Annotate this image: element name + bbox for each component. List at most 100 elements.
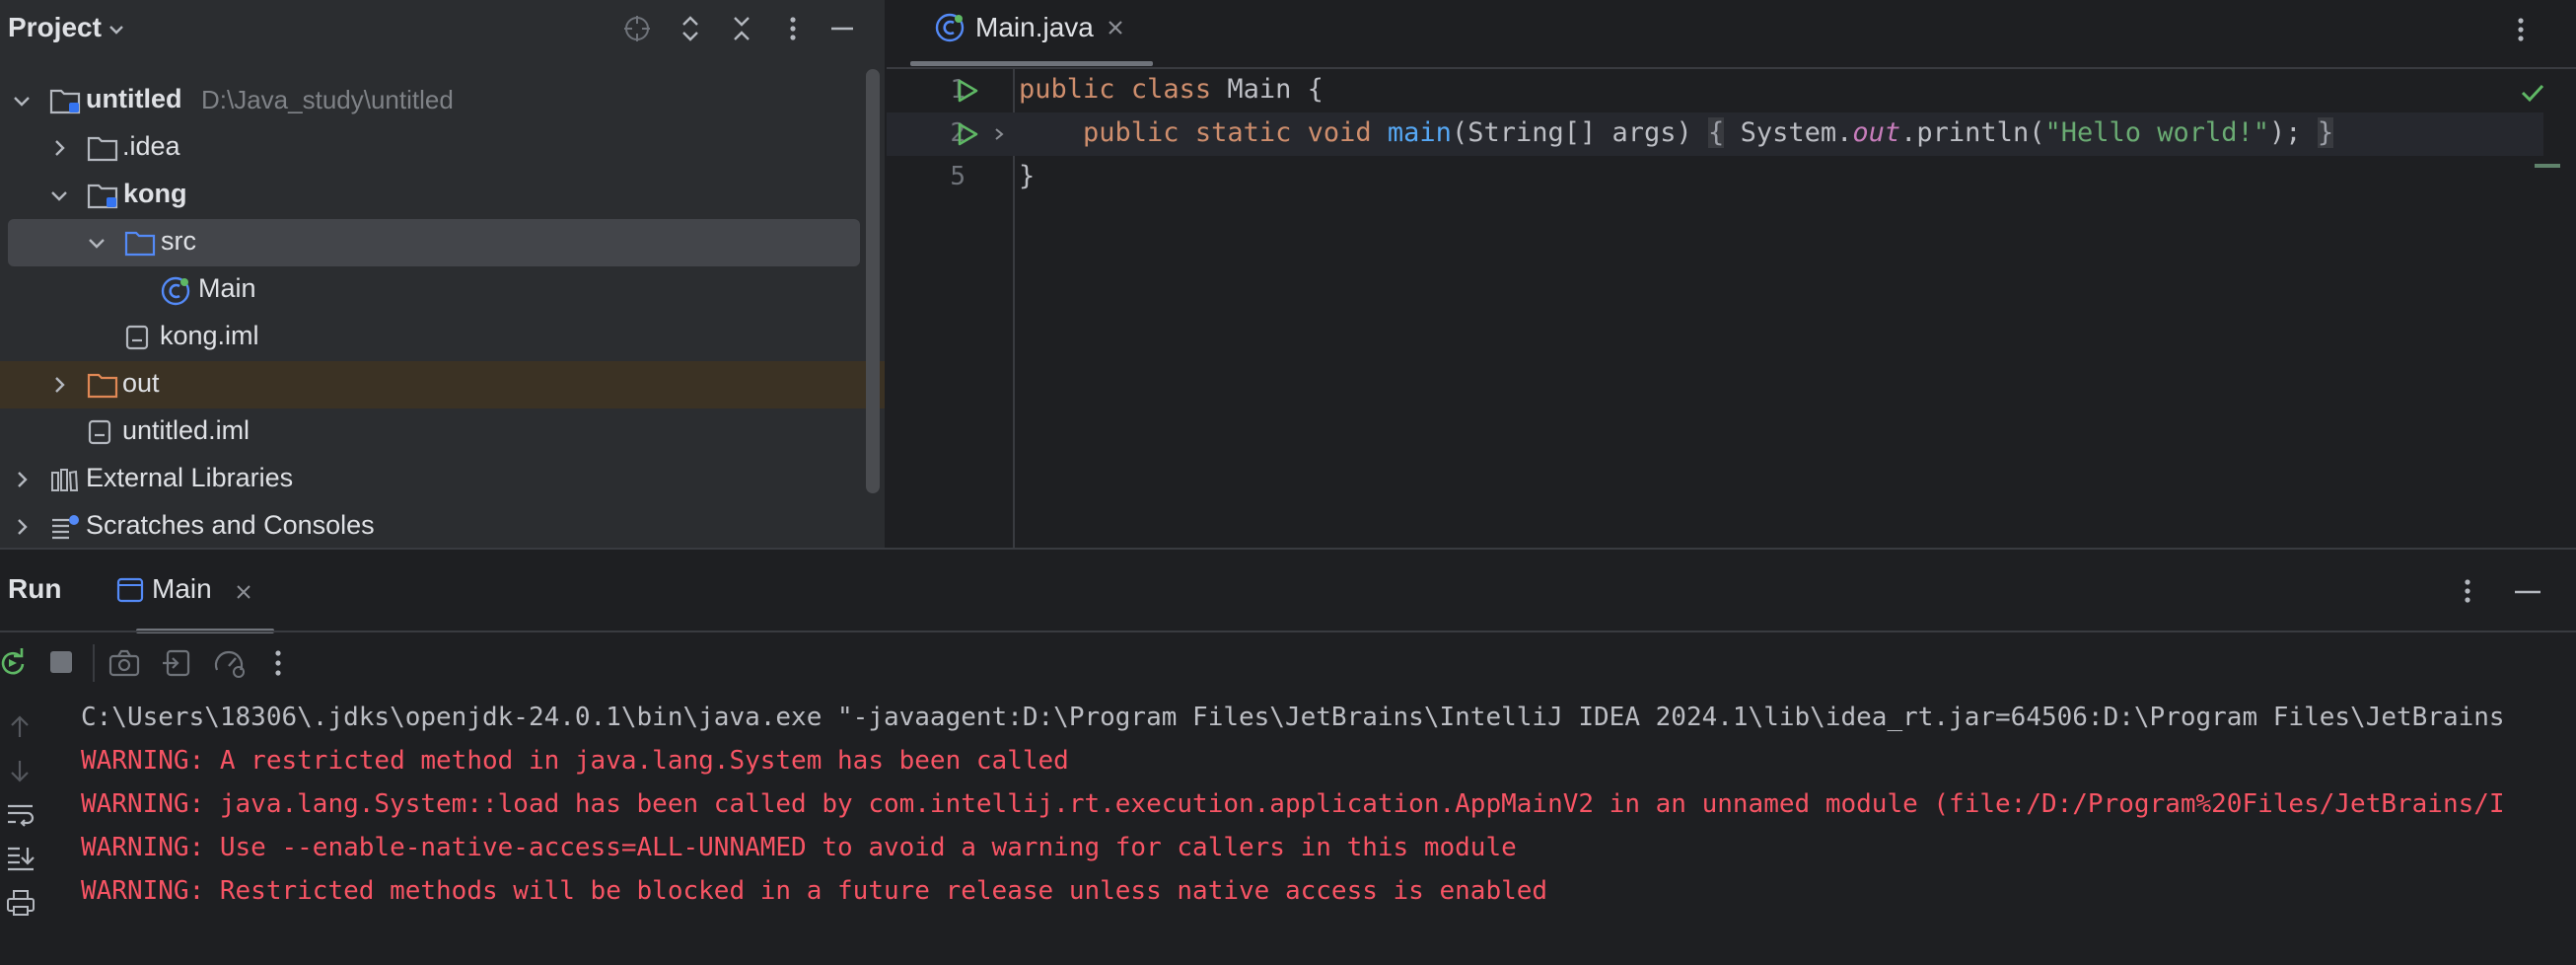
chevron-down-icon[interactable] [49, 186, 69, 205]
more-options-icon[interactable] [2505, 14, 2537, 45]
console-warning-line: WARNING: Restricted methods will be bloc… [81, 876, 1548, 906]
folded-region[interactable]: } [2317, 117, 2334, 148]
project-scrollbar[interactable] [866, 69, 880, 493]
close-icon[interactable] [235, 583, 252, 601]
close-icon[interactable] [1106, 18, 1125, 37]
camera-icon[interactable] [108, 648, 140, 678]
chevron-down-icon[interactable] [87, 233, 107, 253]
folded-region[interactable]: { [1708, 117, 1725, 148]
tree-item-label: untitled [86, 84, 182, 113]
tree-item-label: kong [123, 179, 187, 208]
expand-all-icon[interactable] [675, 13, 706, 44]
code-token: class [1130, 74, 1212, 105]
crosshair-icon[interactable] [621, 13, 653, 44]
source-folder-icon [124, 228, 156, 258]
chevron-right-icon[interactable] [49, 138, 69, 158]
console-icon [116, 577, 144, 603]
tree-item-idea[interactable]: .idea [0, 124, 878, 172]
active-tab-indicator [910, 61, 1153, 66]
console-line: C:\Users\18306\.jdks\openjdk-24.0.1\bin\… [81, 703, 2505, 732]
code-token: (String[] args) [1451, 117, 1692, 148]
code-token: . [1900, 117, 1917, 148]
run-tab-main[interactable]: Main [107, 557, 274, 633]
tree-item-label: untitled.iml [122, 415, 250, 445]
print-icon[interactable] [6, 889, 36, 917]
scroll-to-end-icon[interactable] [6, 844, 36, 871]
run-gutter-icon[interactable] [954, 77, 981, 105]
exit-icon[interactable] [162, 648, 191, 678]
scratches-icon [49, 512, 81, 542]
iml-file-icon [124, 323, 150, 352]
module-folder-icon [87, 181, 120, 210]
tree-item-kong-iml[interactable]: kong.iml [0, 314, 878, 361]
line-number: 5 [950, 162, 966, 191]
more-options-icon[interactable] [266, 648, 290, 678]
no-problems-check-icon[interactable] [2519, 79, 2546, 107]
minimize-icon[interactable] [2513, 589, 2542, 595]
chevron-down-icon[interactable] [12, 91, 32, 111]
java-class-icon [934, 12, 966, 43]
scrollbar-marker [2535, 164, 2560, 168]
project-panel: Project untitled D:\Java_study\untitled [0, 0, 885, 548]
chevron-right-icon[interactable] [49, 375, 69, 395]
run-gutter-icon[interactable] [954, 120, 981, 148]
rerun-icon[interactable] [0, 648, 28, 678]
code-line[interactable]: 1 public class Main { [887, 69, 2543, 112]
editor-area: Main.java 1 public class Main { 2 public… [887, 0, 2576, 548]
project-panel-title[interactable]: Project [8, 12, 102, 43]
tree-item-untitled-iml[interactable]: untitled.iml [0, 408, 878, 456]
editor-tab-bar: Main.java [887, 0, 2576, 69]
tree-item-label: Scratches and Consoles [86, 510, 375, 540]
tab-label: Main.java [975, 12, 1094, 42]
soft-wrap-icon[interactable] [6, 800, 36, 828]
tree-item-out[interactable]: out [0, 361, 885, 408]
tab-main-java[interactable]: Main.java [910, 0, 1226, 66]
code-token: println [1916, 117, 2030, 148]
tree-item-untitled[interactable]: untitled D:\Java_study\untitled [0, 77, 878, 124]
minimize-icon[interactable] [826, 13, 858, 44]
tree-item-label: kong.iml [160, 321, 259, 350]
library-icon [49, 465, 79, 494]
code-line[interactable]: 2 public static void main(String[] args)… [887, 112, 2543, 156]
profiler-icon[interactable] [213, 648, 247, 678]
arrow-up-icon[interactable] [6, 713, 34, 741]
chevron-down-icon[interactable] [107, 20, 126, 39]
run-toolbar [0, 631, 2576, 694]
code-token: } [1019, 161, 1036, 191]
code-token: System. [1724, 117, 1853, 148]
module-folder-icon [49, 86, 83, 115]
code-token: out [1852, 117, 1901, 148]
code-token: Main { [1211, 74, 1324, 105]
console-warning-line: WARNING: java.lang.System::load has been… [81, 789, 2505, 819]
chevron-right-icon[interactable] [12, 470, 32, 489]
run-panel-title: Run [8, 573, 62, 604]
code-token: "Hello world!" [2044, 117, 2270, 148]
tree-item-label: Main [198, 273, 256, 303]
project-panel-header: Project [0, 0, 885, 57]
code-token: public static void [1083, 117, 1372, 148]
tree-item-kong[interactable]: kong [0, 172, 878, 219]
code-token: public [1019, 74, 1115, 105]
console-warning-line: WARNING: Use --enable-native-access=ALL-… [81, 833, 1517, 862]
stop-icon[interactable] [47, 648, 75, 676]
tree-item-label: out [122, 368, 160, 398]
collapse-all-icon[interactable] [726, 13, 757, 44]
tree-item-label: .idea [122, 131, 180, 161]
console-warning-line: WARNING: A restricted method in java.lan… [81, 746, 1069, 776]
options-menu-icon[interactable] [777, 13, 809, 44]
fold-chevron-icon[interactable] [991, 126, 1007, 142]
tree-item-src[interactable]: src [8, 219, 860, 266]
tree-item-main[interactable]: Main [0, 266, 878, 314]
tree-item-label: src [161, 226, 196, 256]
run-panel: Run Main C:\Users\18306\.jdks\openjdk-24… [0, 548, 2576, 965]
run-tab-label: Main [152, 573, 212, 604]
code-token: ); [2269, 117, 2302, 148]
tree-item-scratches[interactable]: Scratches and Consoles [0, 503, 878, 548]
more-options-icon[interactable] [2452, 575, 2483, 607]
tree-item-external-libraries[interactable]: External Libraries [0, 456, 878, 503]
folder-icon [87, 133, 118, 163]
java-class-icon [160, 275, 191, 307]
code-line[interactable]: 5 } [887, 156, 2543, 199]
arrow-down-icon[interactable] [6, 757, 34, 784]
chevron-right-icon[interactable] [12, 517, 32, 537]
